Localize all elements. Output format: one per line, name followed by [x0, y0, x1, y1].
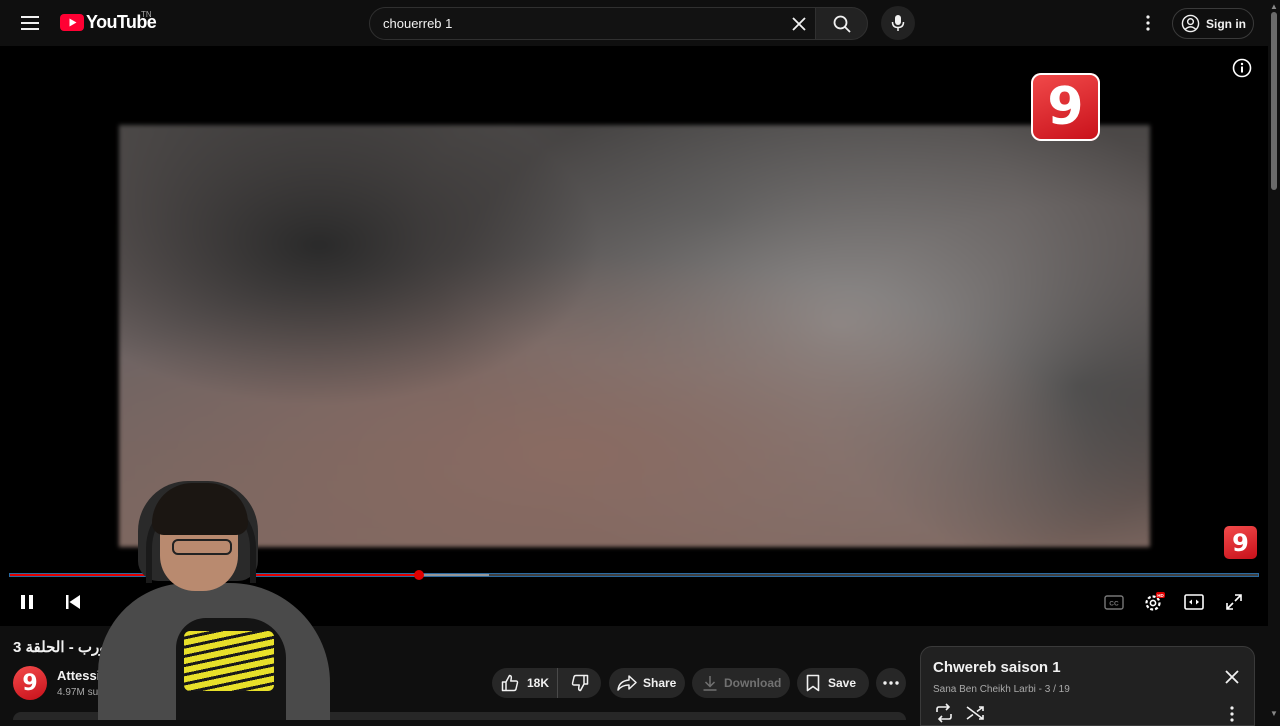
channel-avatar-digit: 9 — [22, 670, 38, 696]
sign-in-label: Sign in — [1206, 16, 1246, 31]
closed-captions-icon: CC — [1104, 594, 1124, 610]
download-button[interactable]: Download — [692, 668, 790, 698]
like-button[interactable]: 18K — [492, 668, 558, 698]
theater-mode-button[interactable] — [1180, 591, 1208, 613]
close-icon[interactable] — [1222, 667, 1242, 687]
webcam-overlay — [98, 473, 330, 720]
playlist-subtitle: Sana Ben Cheikh Larbi - 3 / 19 — [933, 684, 1070, 695]
like-count: 18K — [527, 676, 550, 690]
gear-icon: HD — [1145, 592, 1165, 611]
clear-search-icon[interactable] — [787, 12, 811, 36]
pause-icon — [21, 595, 33, 609]
info-icon[interactable] — [1231, 57, 1253, 79]
scroll-down-arrow-icon[interactable]: ▼ — [1270, 709, 1278, 718]
account-icon — [1181, 14, 1200, 33]
youtube-logo[interactable]: YouTube TN — [60, 10, 157, 33]
subtitles-button[interactable]: CC — [1100, 591, 1128, 613]
scroll-up-arrow-icon[interactable]: ▲ — [1270, 2, 1278, 11]
scrollbar-thumb[interactable] — [1271, 12, 1277, 190]
share-label: Share — [643, 676, 677, 690]
settings-button[interactable]: HD — [1140, 591, 1168, 613]
like-dislike-group: 18K — [492, 668, 601, 698]
webcam-shirt-print — [184, 631, 274, 691]
fullscreen-button[interactable] — [1220, 591, 1248, 613]
more-horizontal-icon — [883, 681, 899, 685]
channel-watermark-logo: 9 — [1031, 73, 1100, 141]
theater-mode-icon — [1184, 594, 1204, 610]
search-input-value: chouerreb 1 — [383, 16, 453, 31]
previous-button[interactable] — [59, 591, 87, 613]
subscriber-count: 4.97M su — [57, 687, 99, 698]
channel-watermark-digit: 9 — [1047, 77, 1084, 137]
download-icon — [703, 676, 717, 691]
youtube-play-icon — [60, 14, 84, 31]
channel-branding-button[interactable]: 9 — [1224, 526, 1257, 559]
sign-in-button[interactable]: Sign in — [1172, 8, 1254, 39]
bookmark-icon — [806, 674, 820, 692]
pause-button[interactable] — [13, 591, 41, 613]
more-actions-button[interactable] — [876, 668, 906, 698]
microphone-icon — [891, 15, 905, 31]
svg-text:HD: HD — [1157, 593, 1164, 598]
country-code: TN — [141, 10, 152, 19]
channel-branding-digit: 9 — [1232, 528, 1249, 557]
page-scrollbar[interactable]: ▲ ▼ — [1268, 0, 1280, 720]
webcam-glasses — [172, 539, 232, 555]
previous-icon — [66, 595, 80, 609]
channel-avatar[interactable]: 9 — [13, 666, 47, 700]
playlist-panel: Chwereb saison 1 Sana Ben Cheikh Larbi -… — [920, 646, 1255, 726]
search-input[interactable]: chouerreb 1 — [369, 7, 816, 40]
top-bar: YouTube TN chouerreb 1 Sign in — [0, 0, 1268, 46]
voice-search-button[interactable] — [881, 6, 915, 40]
share-icon — [617, 675, 637, 691]
progress-scrubber[interactable] — [414, 570, 425, 580]
save-label: Save — [828, 676, 857, 690]
share-button[interactable]: Share — [609, 668, 685, 698]
search-button[interactable] — [815, 7, 868, 40]
fullscreen-icon — [1226, 594, 1242, 610]
search-icon — [833, 15, 851, 33]
shuffle-icon[interactable] — [965, 703, 987, 723]
menu-icon[interactable] — [14, 8, 46, 38]
channel-name[interactable]: Attessi — [57, 668, 100, 683]
thumbs-down-icon — [571, 674, 588, 692]
download-label: Download — [724, 676, 782, 690]
more-options-icon[interactable] — [1136, 10, 1160, 36]
save-button[interactable]: Save — [797, 668, 869, 698]
loop-icon[interactable] — [933, 703, 955, 723]
svg-text:CC: CC — [1109, 600, 1119, 607]
thumbs-up-icon — [501, 674, 519, 692]
playlist-title[interactable]: Chwereb saison 1 — [933, 659, 1061, 676]
dislike-button[interactable] — [558, 668, 601, 698]
playlist-more-icon[interactable] — [1222, 705, 1242, 723]
